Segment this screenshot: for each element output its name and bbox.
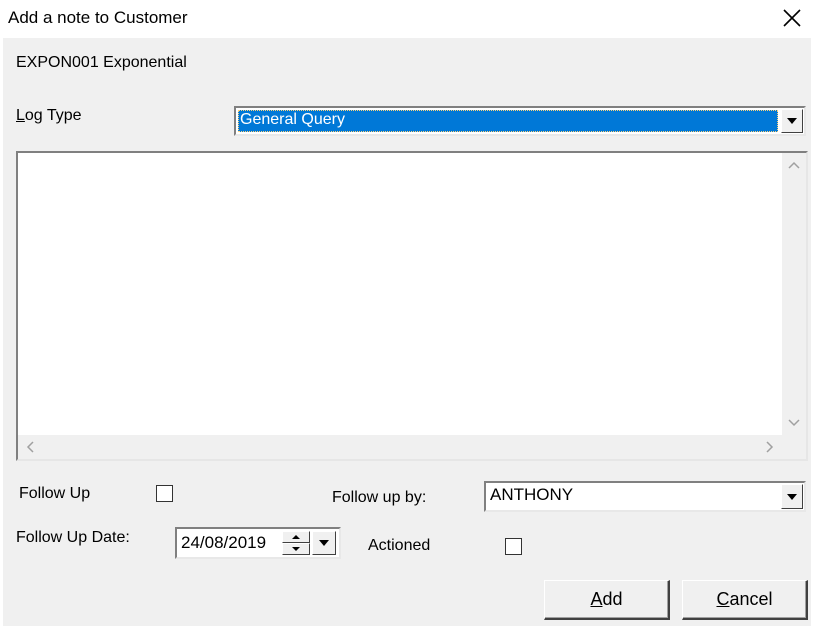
scroll-up-arrow[interactable] xyxy=(782,153,806,177)
spin-up-icon xyxy=(292,535,300,539)
add-button-label: Add xyxy=(590,589,623,609)
spin-up-button[interactable] xyxy=(282,531,310,543)
scroll-right-arrow[interactable] xyxy=(758,435,782,459)
follow-up-by-label: Follow up by: xyxy=(332,489,427,506)
log-type-label: Log Type xyxy=(16,107,82,124)
scroll-corner xyxy=(782,435,806,459)
follow-up-date-value: 24/08/2019 xyxy=(181,533,267,552)
date-dropdown-button[interactable] xyxy=(312,531,336,555)
log-type-dropdown-button[interactable] xyxy=(781,109,803,133)
add-button[interactable]: Add xyxy=(544,580,670,620)
actioned-checkbox[interactable] xyxy=(505,538,522,555)
dialog-body: EXPON001 Exponential Log Type General Qu… xyxy=(3,38,811,626)
horizontal-scrollbar[interactable] xyxy=(18,435,782,459)
actioned-label: Actioned xyxy=(368,537,431,554)
window-title: Add a note to Customer xyxy=(8,8,188,27)
log-type-select[interactable]: General Query xyxy=(234,106,806,136)
chevron-left-icon xyxy=(26,441,34,453)
chevron-right-icon xyxy=(766,441,774,453)
follow-up-by-value: ANTHONY xyxy=(490,485,574,504)
chevron-down-icon xyxy=(319,540,329,546)
follow-up-by-select[interactable]: ANTHONY xyxy=(484,481,806,512)
title-bar: Add a note to Customer xyxy=(0,0,814,38)
chevron-down-icon xyxy=(787,493,797,500)
cancel-button[interactable]: Cancel xyxy=(682,580,808,620)
follow-up-checkbox[interactable] xyxy=(156,485,173,502)
chevron-down-icon xyxy=(787,118,797,124)
scroll-left-arrow[interactable] xyxy=(18,435,42,459)
note-textarea[interactable] xyxy=(16,151,808,461)
cancel-button-label: Cancel xyxy=(716,589,773,609)
scroll-down-arrow[interactable] xyxy=(782,411,806,435)
follow-up-by-dropdown-button[interactable] xyxy=(781,484,803,509)
chevron-down-icon xyxy=(788,419,800,427)
follow-up-date-label: Follow Up Date: xyxy=(16,529,130,546)
date-spinner[interactable] xyxy=(282,531,310,555)
vertical-scrollbar[interactable] xyxy=(782,153,806,435)
follow-up-date-picker[interactable]: 24/08/2019 xyxy=(175,527,341,559)
close-icon xyxy=(783,9,801,27)
customer-name: EXPON001 Exponential xyxy=(16,54,187,71)
spin-down-button[interactable] xyxy=(282,543,310,555)
chevron-up-icon xyxy=(788,161,800,169)
follow-up-label: Follow Up xyxy=(19,485,91,502)
close-button[interactable] xyxy=(770,0,814,36)
log-type-value: General Query xyxy=(238,110,778,132)
spin-down-icon xyxy=(292,547,300,551)
